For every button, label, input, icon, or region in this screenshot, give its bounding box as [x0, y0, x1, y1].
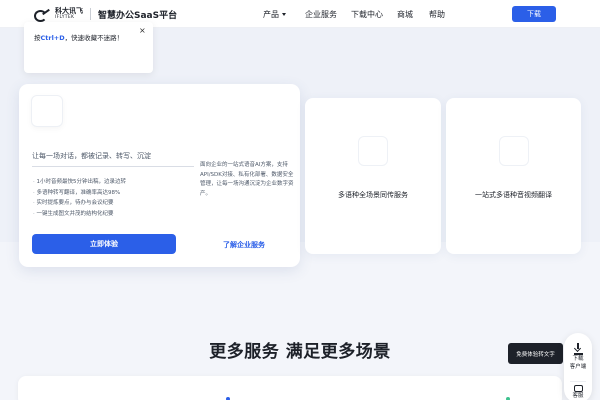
nav-store[interactable]: 商城: [397, 9, 413, 20]
enterprise-services-link[interactable]: 了解企业服务: [223, 240, 265, 250]
download-client-button[interactable]: 下载 客户端: [564, 343, 592, 371]
card-label: 一站式多语种音视频翻译: [475, 191, 552, 199]
feature-list: 1小时音频最快5分钟出稿，边录边转 多语种转写翻译，准确率高达98% 实时提炼要…: [33, 177, 127, 220]
av-translation-card[interactable]: 一站式多语种音视频翻译: [446, 98, 581, 254]
nav-download-center[interactable]: 下载中心: [351, 9, 383, 20]
list-item: 实时提炼要点，待办与会议纪要: [33, 198, 126, 209]
customer-service-button[interactable]: 客服: [564, 385, 592, 400]
logo-divider: [90, 8, 91, 20]
list-item: 一键生成图文并茂的结构化纪要: [33, 209, 126, 220]
transcription-feature-card: 让每一场对话，都被记录、转写、沉淀 1小时音频最快5分钟出稿，边录边转 多语种转…: [19, 84, 300, 267]
try-now-button[interactable]: 立即体验: [32, 234, 176, 254]
hover-tooltip: 免费体验转文字: [508, 343, 563, 364]
nav-products[interactable]: 产品: [263, 9, 286, 20]
shortcut-key: Ctrl+D: [40, 34, 65, 42]
download-client-label: 下载 客户端: [569, 355, 587, 370]
download-icon: [574, 343, 582, 352]
logo-cn-text: 科大讯飞: [55, 6, 83, 15]
product-icon: [31, 95, 63, 127]
floating-side-bar: 下载 客户端 客服: [564, 333, 592, 400]
product-name: 智慧办公SaaS平台: [98, 10, 178, 21]
product-icon: [358, 136, 388, 166]
customer-service-label: 客服: [572, 393, 584, 399]
nav-help[interactable]: 帮助: [429, 9, 445, 20]
close-icon[interactable]: ×: [139, 27, 146, 35]
nav-enterprise-services[interactable]: 企业服务: [305, 9, 337, 20]
bookmark-tip-popup: 按Ctrl+D，快速收藏不迷路！ ×: [24, 22, 153, 73]
logo-en-text: IFLYTEK: [55, 14, 75, 20]
list-item: 1小时音频最快5分钟出稿，边录边转: [33, 177, 127, 188]
divider: [570, 381, 586, 382]
service-card-row: [18, 376, 562, 400]
simultaneous-interpretation-card[interactable]: 多语种全场景同传服务: [305, 98, 441, 254]
enterprise-description: 面向企业的一站式语音AI方案，支持API/SDK对接、私有化部署、数据安全管理，…: [200, 162, 294, 197]
chevron-down-icon: [282, 13, 286, 16]
card-label: 多语种全场景同传服务: [338, 191, 408, 199]
header-download-button[interactable]: 下载: [512, 6, 556, 22]
list-item: 多语种转写翻译，准确率高达98%: [33, 188, 126, 199]
iflytek-logo-icon: [34, 8, 52, 22]
tagline-field: 让每一场对话，都被记录、转写、沉淀: [32, 151, 194, 167]
brand-logo[interactable]: 科大讯飞 IFLYTEK 智慧办公SaaS平台: [34, 6, 178, 22]
chat-icon: [573, 385, 583, 392]
product-icon: [499, 136, 529, 166]
